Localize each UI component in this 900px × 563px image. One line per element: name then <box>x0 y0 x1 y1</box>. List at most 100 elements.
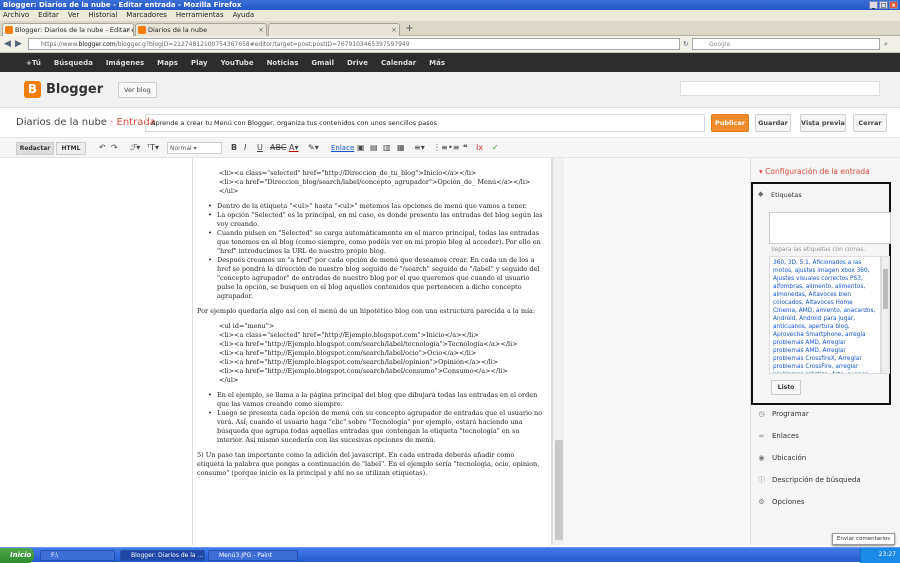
insert-gadget-icon[interactable]: ▦ <box>397 143 405 153</box>
header-search-input[interactable] <box>680 81 880 96</box>
sidebar-item-descripcion[interactable]: ⓘ Descripción de búsqueda <box>757 473 861 487</box>
post-title-input[interactable]: Aprende a crear tu Menú con Blogger, org… <box>145 114 705 132</box>
gbar-mas[interactable]: Más <box>429 59 445 67</box>
align-icon[interactable]: ≡▾ <box>414 143 425 153</box>
taskbar-item-firefox[interactable]: Blogger: Diarios de la ... <box>120 550 205 561</box>
reload-icon[interactable]: ↻ <box>683 39 689 49</box>
strikethrough-icon[interactable]: ABC <box>270 143 286 153</box>
insert-image-icon[interactable]: ▣ <box>357 143 365 153</box>
menu-marcadores[interactable]: Marcadores <box>126 10 167 21</box>
existing-labels-list[interactable]: 360, 3D, 5.1, Aficionados a las motos, a… <box>769 256 881 374</box>
search-placeholder: Google <box>709 41 731 48</box>
gbar-drive[interactable]: Drive <box>347 59 368 67</box>
compose-mode-button[interactable]: Redactar <box>16 142 54 155</box>
labels-scrollbar[interactable] <box>881 256 890 374</box>
gbar-gmail[interactable]: Gmail <box>311 59 334 67</box>
sidebar-item-label: Opciones <box>772 498 805 506</box>
taskbar-item-folder[interactable]: F:\ <box>40 550 115 561</box>
search-field[interactable]: Google <box>692 38 880 50</box>
sidebar-item-opciones[interactable]: ⚙ Opciones <box>757 495 804 509</box>
menu-herramientas[interactable]: Herramientas <box>176 10 224 21</box>
blogger-logo-icon[interactable]: B <box>24 81 41 98</box>
blog-name[interactable]: Diarios de la nube <box>16 117 107 128</box>
labels-scrollbar-thumb[interactable] <box>883 269 888 309</box>
paragraph-format-select[interactable]: Normal ▾ <box>167 142 222 154</box>
close-tab-icon[interactable]: × <box>391 24 397 36</box>
labels-done-button[interactable]: Listo <box>771 380 801 395</box>
gbar-youtube[interactable]: YouTube <box>221 59 254 67</box>
publish-button[interactable]: Publicar <box>711 114 749 132</box>
list-item: Después creamos un "a href" por cada opc… <box>208 256 543 301</box>
gbar-imagenes[interactable]: Imágenes <box>106 59 144 67</box>
close-tab-icon[interactable]: × <box>258 24 264 36</box>
sidebar-item-ubicacion[interactable]: ◉ Ubicación <box>757 451 806 465</box>
menu-editar[interactable]: Editar <box>38 10 59 21</box>
post-settings-title[interactable]: ▾ Configuración de la entrada <box>759 167 870 177</box>
insert-video-icon[interactable]: ▤ <box>370 143 378 153</box>
redo-icon[interactable]: ↷ <box>111 143 118 153</box>
insert-jump-break-icon[interactable]: ▥ <box>383 143 391 153</box>
labels-input[interactable] <box>769 212 891 244</box>
save-button[interactable]: Guardar <box>755 114 791 132</box>
view-blog-button[interactable]: Ver blog <box>118 82 157 98</box>
html-mode-button[interactable]: HTML <box>56 142 86 155</box>
code-line: <li><a href="http://Ejemplo.blogspot.com… <box>219 358 499 366</box>
numbered-list-icon[interactable]: ⋮≡ <box>433 143 448 153</box>
bold-icon[interactable]: B <box>231 143 237 153</box>
undo-icon[interactable]: ↶ <box>99 143 106 153</box>
preview-button[interactable]: Vista previa <box>800 114 846 132</box>
font-size-icon[interactable]: ᵀT▾ <box>147 143 159 153</box>
close-window-button[interactable]: × <box>889 1 898 9</box>
quote-icon[interactable]: ❝ <box>463 143 468 153</box>
scrollbar-thumb[interactable] <box>555 440 563 540</box>
font-family-icon[interactable]: ℱ▾ <box>130 143 140 153</box>
sidebar-item-label: Programar <box>772 410 809 418</box>
code-line: </ul> <box>219 376 239 384</box>
forward-icon[interactable]: ▶ <box>15 39 22 49</box>
maximize-button[interactable]: □ <box>879 1 888 9</box>
bulleted-list-icon[interactable]: •≡ <box>448 143 459 153</box>
highlight-color-icon[interactable]: ✎▾ <box>308 143 319 153</box>
menu-ayuda[interactable]: Ayuda <box>233 10 255 21</box>
sidebar-item-programar[interactable]: ◷ Programar <box>757 407 809 421</box>
close-tab-icon[interactable]: × <box>125 24 131 36</box>
text-color-icon[interactable]: A▾ <box>289 143 299 153</box>
list-item: Dentro de la etiqueta "<ul>" hasta "<ul>… <box>208 202 543 211</box>
taskbar-item-paint[interactable]: Menú3.JPG - Paint <box>208 550 298 561</box>
editor-scrollbar[interactable] <box>552 158 564 545</box>
new-tab-icon[interactable]: + <box>403 23 416 35</box>
minimize-button[interactable]: _ <box>869 1 878 9</box>
post-body-editor[interactable]: <li><a class="selected" href="http://Dir… <box>192 158 552 545</box>
gbar-plus[interactable]: +Tú <box>26 59 41 67</box>
italic-icon[interactable]: I <box>244 143 246 153</box>
breadcrumb: Diarios de la nube · Entrada <box>16 117 156 129</box>
search-icon[interactable]: ⌕ <box>884 39 888 49</box>
close-button[interactable]: Cerrar <box>853 114 887 132</box>
gbar-maps[interactable]: Maps <box>157 59 178 67</box>
url-field[interactable]: https://www.blogger.com/blogger.g?blogID… <box>28 38 680 50</box>
bullet-list: En el ejemplo, se llama a la página prin… <box>197 391 543 445</box>
send-feedback-button[interactable]: Enviar comentarios <box>832 533 895 545</box>
tab-blogger-editor[interactable]: Blogger: Diarios de la nube - Editar ent… <box>2 23 134 36</box>
menu-historial[interactable]: Historial <box>88 10 117 21</box>
url-prefix: https://www. <box>41 41 79 48</box>
back-icon[interactable]: ◀ <box>4 39 11 49</box>
gbar-play[interactable]: Play <box>191 59 208 67</box>
underline-icon[interactable]: U <box>257 143 263 153</box>
start-button[interactable]: Inicio <box>0 548 34 563</box>
link-button[interactable]: Enlace <box>331 143 354 153</box>
system-tray-clock: 23:27 <box>860 548 900 563</box>
menu-archivo[interactable]: Archivo <box>3 10 29 21</box>
gbar-busqueda[interactable]: Búsqueda <box>54 59 93 67</box>
spellcheck-icon[interactable]: ✓ <box>492 143 499 153</box>
gbar-noticias[interactable]: Noticias <box>267 59 299 67</box>
clear-format-icon[interactable]: Ix <box>476 143 483 153</box>
tab-blank[interactable]: × <box>268 23 400 36</box>
menu-ver[interactable]: Ver <box>68 10 79 21</box>
sidebar-item-enlaces[interactable]: ∞ Enlaces <box>757 429 799 443</box>
menu-bar: Archivo Editar Ver Historial Marcadores … <box>0 10 900 21</box>
gbar-calendar[interactable]: Calendar <box>381 59 416 67</box>
post-settings-label: Configuración de la entrada <box>765 167 870 176</box>
tab-diarios[interactable]: Diarios de la nube × <box>135 23 267 36</box>
tab-label: Blogger: Diarios de la nube - Editar ent… <box>15 26 133 34</box>
